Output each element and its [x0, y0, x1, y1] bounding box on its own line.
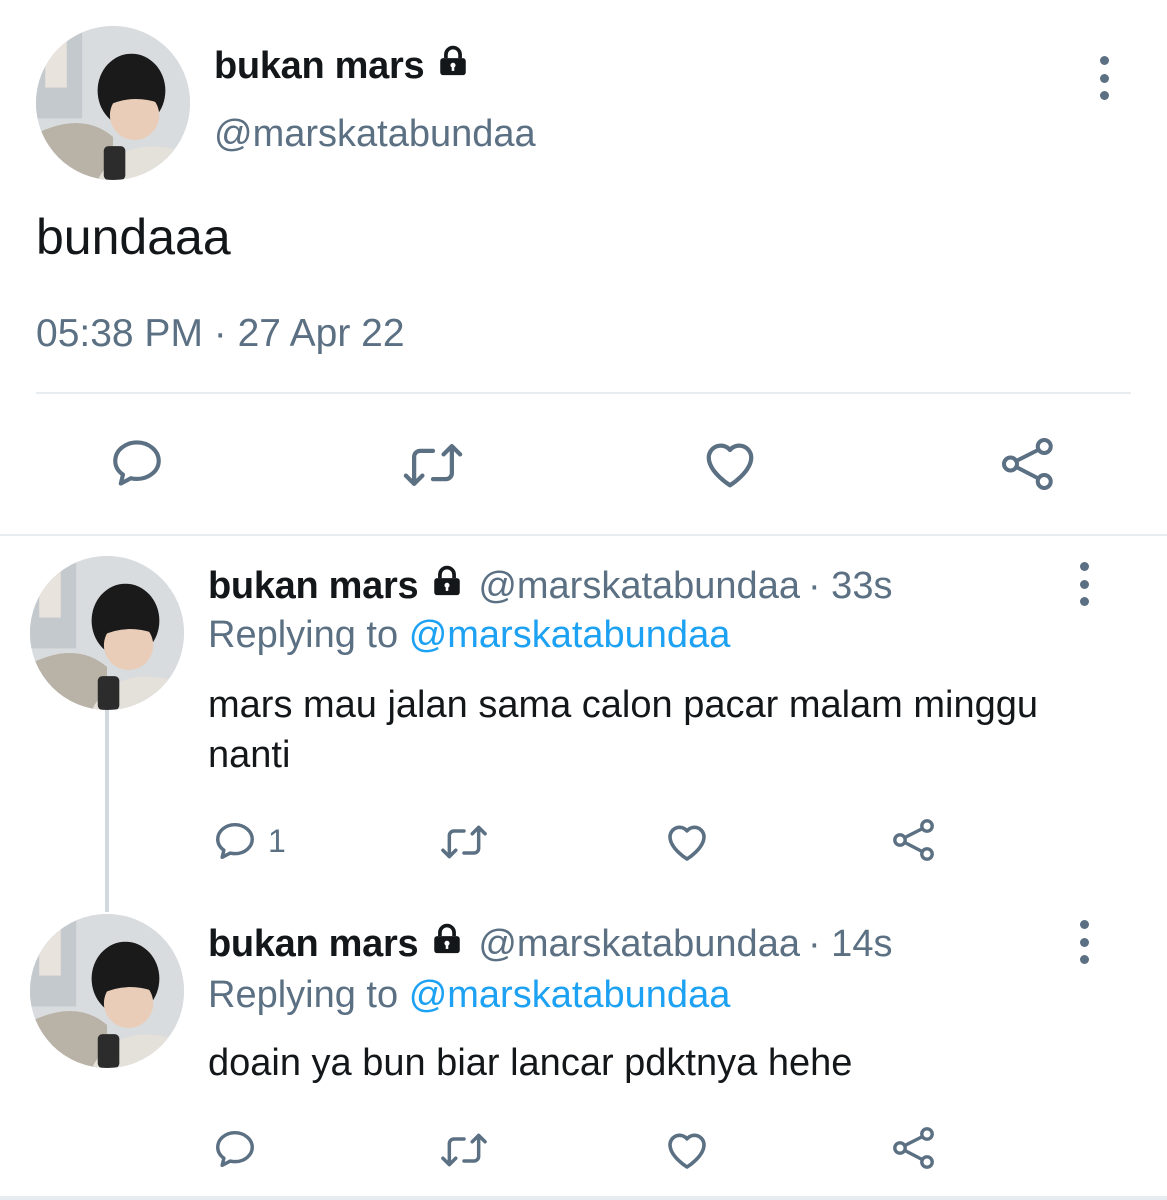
share-icon[interactable] [890, 816, 938, 864]
reply-count: 1 [268, 822, 286, 859]
heart-icon[interactable] [700, 434, 760, 494]
handle[interactable]: @marskatabundaa [478, 565, 800, 608]
heart-icon[interactable] [663, 818, 711, 866]
tweet-text: bundaaa [36, 209, 231, 265]
replying-to-link[interactable]: @marskatabundaa [409, 614, 731, 656]
replying-label: Replying to [208, 974, 399, 1016]
avatar[interactable] [36, 26, 190, 180]
replying-to-link[interactable]: @marskatabundaa [409, 974, 731, 1016]
display-name-text: bukan mars [214, 44, 425, 87]
reply-header: bukan mars @marskatabundaa · 14s [208, 922, 892, 966]
thread-connector [105, 706, 109, 912]
reply-time: · 33s [807, 564, 893, 607]
replying-label: Replying to [208, 614, 399, 656]
tweet-timestamp[interactable]: 05:38 PM · 27 Apr 22 [36, 312, 405, 356]
display-name[interactable]: bukan mars [214, 44, 470, 88]
retweet-icon[interactable] [400, 436, 466, 494]
reply-time: · 14s [807, 922, 893, 965]
reply-header: bukan mars @marskatabundaa · 33s [208, 564, 892, 608]
reply-text: mars mau jalan sama calon pacar malam mi… [208, 684, 1039, 776]
display-name[interactable]: bukan mars [208, 923, 419, 966]
heart-icon[interactable] [663, 1126, 711, 1174]
replying-to: Replying to @marskatabundaa [208, 614, 730, 657]
avatar-photo [30, 556, 184, 710]
reply-icon[interactable] [108, 434, 166, 492]
replying-to: Replying to @marskatabundaa [208, 974, 730, 1017]
main-tweet: bukan mars @marskatabundaa bundaaa 05:38… [0, 0, 1167, 532]
avatar-photo [30, 914, 184, 1068]
avatar-photo [36, 26, 190, 180]
avatar[interactable] [30, 914, 184, 1068]
reply-text: doain ya bun biar lancar pdktnya hehe [208, 1042, 853, 1084]
lock-icon [430, 922, 464, 966]
more-vertical-icon[interactable] [1076, 920, 1092, 964]
retweet-icon[interactable] [438, 1128, 490, 1172]
lock-icon [436, 44, 470, 88]
display-name[interactable]: bukan mars [208, 565, 419, 608]
share-icon[interactable] [998, 434, 1058, 494]
more-vertical-icon[interactable] [1096, 56, 1112, 100]
action-bar [0, 430, 1167, 500]
retweet-icon[interactable] [438, 820, 490, 864]
section-divider [0, 534, 1167, 536]
handle[interactable]: @marskatabundaa [478, 923, 800, 966]
divider [36, 392, 1131, 394]
divider [0, 1196, 1167, 1200]
lock-icon [430, 564, 464, 608]
avatar[interactable] [30, 556, 184, 710]
reply-icon[interactable] [212, 1126, 268, 1172]
handle[interactable]: @marskatabundaa [214, 113, 536, 156]
reply-icon[interactable]: 1 [212, 818, 286, 864]
share-icon[interactable] [890, 1124, 938, 1172]
more-vertical-icon[interactable] [1076, 562, 1092, 606]
